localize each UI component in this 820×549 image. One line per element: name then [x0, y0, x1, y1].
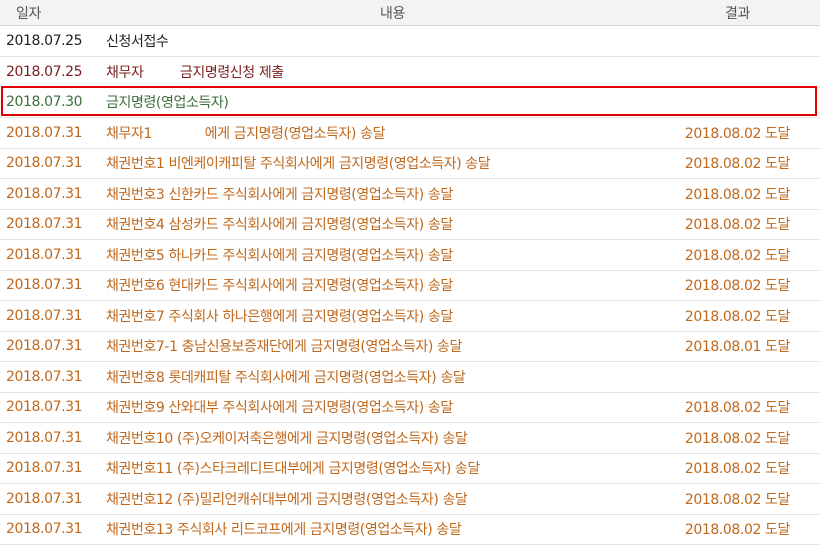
row-date: 2018.07.31 [0, 148, 106, 179]
row-content: 채권번호4 삼성카드 주식회사에게 금지명령(영업소득자) 송달 [106, 209, 666, 240]
row-content: 채권번호6 현대카드 주식회사에게 금지명령(영업소득자) 송달 [106, 270, 666, 301]
row-content: 채권번호12 (주)밀리언캐쉬대부에게 금지명령(영업소득자) 송달 [106, 483, 666, 515]
row-date: 2018.07.31 [0, 270, 106, 301]
table-row: 2018.07.31 채권번호12 (주)밀리언캐쉬대부에게 금지명령(영업소득자… [0, 483, 820, 515]
row-date: 2018.07.31 [0, 392, 106, 423]
table-header: 일자 내용 결과 [0, 0, 820, 26]
row-content: 금지명령(영업소득자) [106, 87, 666, 118]
table-row: 2018.07.25 채무자 금지명령신청 제출 [0, 56, 820, 88]
row-result: 2018.08.02 도달 [666, 209, 820, 240]
header-content: 내용 [380, 6, 405, 22]
row-date: 2018.07.31 [0, 117, 106, 149]
row-result: 2018.08.02 도달 [666, 300, 820, 332]
table-row: 2018.07.31 채권번호10 (주)오케이저축은행에게 금지명령(영업소득자… [0, 422, 820, 454]
table-row: 2018.07.31 채권번호4 삼성카드 주식회사에게 금지명령(영업소득자) … [0, 209, 820, 240]
row-date: 2018.07.31 [0, 300, 106, 332]
row-result [666, 87, 820, 118]
row-date: 2018.07.31 [0, 178, 106, 210]
table-row: 2018.07.25 신청서접수 [0, 26, 820, 57]
row-result: 2018.08.02 도달 [666, 178, 820, 210]
row-result: 2018.08.02 도달 [666, 270, 820, 301]
table-row: 2018.07.31 채권번호8 롯데캐피탈 주식회사에게 금지명령(영업소득자)… [0, 361, 820, 393]
row-date: 2018.07.25 [0, 56, 106, 88]
row-result: 2018.08.02 도달 [666, 483, 820, 515]
row-result: 2018.08.02 도달 [666, 514, 820, 545]
row-result: 2018.08.02 도달 [666, 422, 820, 454]
row-result [666, 26, 820, 57]
row-date: 2018.07.31 [0, 361, 106, 393]
row-result: 2018.08.01 도달 [666, 331, 820, 362]
row-content: 채권번호5 하나카드 주식회사에게 금지명령(영업소득자) 송달 [106, 239, 666, 271]
table-row: 2018.07.31 채권번호3 신한카드 주식회사에게 금지명령(영업소득자) … [0, 178, 820, 210]
row-date: 2018.07.31 [0, 514, 106, 545]
row-date: 2018.07.31 [0, 453, 106, 484]
table-row: 2018.07.31 채권번호13 주식회사 리드코프에게 금지명령(영업소득자)… [0, 514, 820, 545]
row-date: 2018.07.30 [0, 87, 106, 118]
row-date: 2018.07.31 [0, 209, 106, 240]
row-date: 2018.07.25 [0, 26, 106, 57]
row-content: 채무자 금지명령신청 제출 [106, 56, 666, 88]
row-content: 채권번호8 롯데캐피탈 주식회사에게 금지명령(영업소득자) 송달 [106, 361, 666, 393]
row-content: 채권번호3 신한카드 주식회사에게 금지명령(영업소득자) 송달 [106, 178, 666, 210]
row-content: 채권번호13 주식회사 리드코프에게 금지명령(영업소득자) 송달 [106, 514, 666, 545]
table-row: 2018.07.31 채권번호7-1 충남신용보증재단에게 금지명령(영업소득자)… [0, 331, 820, 362]
row-content: 신청서접수 [106, 26, 666, 57]
table-row: 2018.07.31 채권번호5 하나카드 주식회사에게 금지명령(영업소득자) … [0, 239, 820, 271]
row-content: 채무자1 에게 금지명령(영업소득자) 송달 [106, 117, 666, 149]
table-row: 2018.07.31 채권번호11 (주)스타크레디트대부에게 금지명령(영업소득… [0, 453, 820, 484]
row-result: 2018.08.02 도달 [666, 239, 820, 271]
table-row: 2018.07.31 채권번호7 주식회사 하나은행에게 금지명령(영업소득자) … [0, 300, 820, 332]
row-date: 2018.07.31 [0, 239, 106, 271]
row-date: 2018.07.31 [0, 331, 106, 362]
table-row: 2018.07.31 채권번호1 비엔케이캐피탈 주식회사에게 금지명령(영업소득… [0, 148, 820, 179]
row-content: 채권번호1 비엔케이캐피탈 주식회사에게 금지명령(영업소득자) 송달 [106, 148, 666, 179]
table-row: 2018.07.31 채권번호9 산와대부 주식회사에게 금지명령(영업소득자) … [0, 392, 820, 423]
row-date: 2018.07.31 [0, 422, 106, 454]
table-row: 2018.07.31 채권번호6 현대카드 주식회사에게 금지명령(영업소득자) … [0, 270, 820, 301]
row-result [666, 56, 820, 88]
row-result: 2018.08.02 도달 [666, 148, 820, 179]
row-content: 채권번호7-1 충남신용보증재단에게 금지명령(영업소득자) 송달 [106, 331, 666, 362]
table-row: 2018.07.31 채무자1 에게 금지명령(영업소득자) 송달 2018.08.… [0, 117, 820, 149]
row-result: 2018.08.02 도달 [666, 392, 820, 423]
header-result: 결과 [725, 6, 750, 22]
row-date: 2018.07.31 [0, 483, 106, 515]
table-row: 2018.07.30 금지명령(영업소득자) [0, 87, 820, 118]
case-progress-table: 2018.07.25 신청서접수 2018.07.25 채무자 금지명령신청 제출 20… [0, 26, 820, 545]
row-result: 2018.08.02 도달 [666, 453, 820, 484]
row-content: 채권번호10 (주)오케이저축은행에게 금지명령(영업소득자) 송달 [106, 422, 666, 454]
header-date: 일자 [16, 6, 41, 22]
row-content: 채권번호9 산와대부 주식회사에게 금지명령(영업소득자) 송달 [106, 392, 666, 423]
row-content: 채권번호11 (주)스타크레디트대부에게 금지명령(영업소득자) 송달 [106, 453, 666, 484]
row-content: 채권번호7 주식회사 하나은행에게 금지명령(영업소득자) 송달 [106, 300, 666, 332]
row-result: 2018.08.02 도달 [666, 117, 820, 149]
row-result [666, 361, 820, 393]
